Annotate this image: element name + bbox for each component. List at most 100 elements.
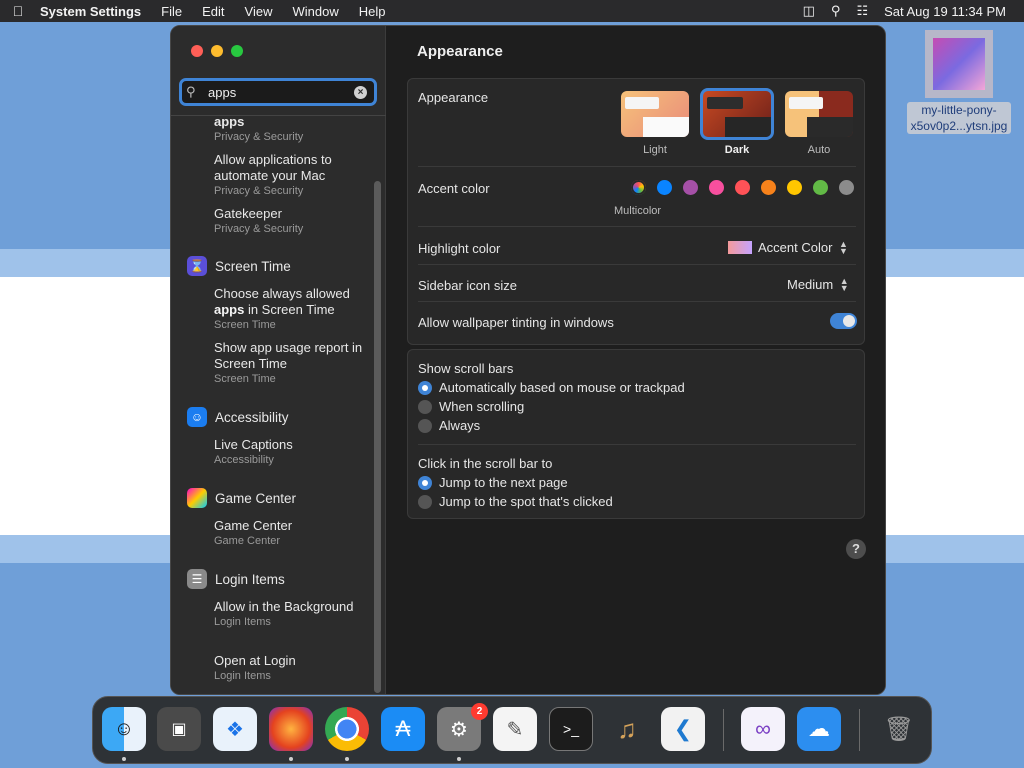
safari-icon[interactable]: ❖ [213,707,257,751]
page-title: Appearance [417,43,503,60]
stepper-icon: ▲ ▼ [838,238,848,256]
list-item[interactable]: Game Center Game Center [214,518,364,548]
result-title: Open at Login [214,653,296,668]
radio-jump-to-spot[interactable]: Jump to the spot that's clicked [418,494,613,509]
launchpad-icon[interactable]: ▣ [157,707,201,751]
menu-clock[interactable]: Sat Aug 19 11:34 PM [884,4,1006,19]
list-item[interactable]: Live Captions Accessibility [214,437,364,467]
accent-selected-label: Multicolor [614,205,662,217]
terminal-icon[interactable]: >_ [549,707,593,751]
garageband-icon[interactable]: ♫ [605,707,649,751]
appearance-pane: Appearance Appearance Light Dark Auto Ac… [387,26,885,694]
finder-icon[interactable]: ☺ [102,707,146,751]
vscode-icon[interactable]: ❮ [661,707,705,751]
menu-file[interactable]: File [151,4,192,19]
weather-icon[interactable]: ☁ [797,707,841,751]
radio-scroll-always[interactable]: Always [418,418,480,433]
radio-button[interactable] [418,399,432,414]
result-title: Game Center [214,518,293,533]
sidebar: ⚲ × apps Privacy & Security Allow applic… [171,26,386,694]
divider [418,264,856,265]
result-subtitle: Login Items [214,670,271,682]
minimize-button[interactable] [211,45,223,57]
result-title: Choose always allowed apps in Screen Tim… [214,286,350,317]
control-center-icon[interactable]: ☷ [856,3,868,19]
accent-swatch[interactable] [657,180,672,195]
click-scroll-bar-label: Click in the scroll bar to [418,456,553,471]
search-icon: ⚲ [186,84,196,99]
highlight-color-popup[interactable]: Accent Color ▲ ▼ [728,238,848,256]
result-subtitle: Privacy & Security [214,185,304,197]
running-indicator [289,757,293,761]
radio-button[interactable] [418,475,432,490]
list-icon: ☰ [187,569,207,589]
list-item[interactable]: Gatekeeper Privacy & Security [214,206,364,236]
accent-swatch[interactable] [761,180,776,195]
textedit-icon[interactable]: ✎ [493,707,537,751]
list-item[interactable]: apps Privacy & Security [214,116,364,144]
accent-swatch-multicolor[interactable] [631,180,646,195]
radio-scroll-when-scrolling[interactable]: When scrolling [418,399,524,414]
screen-mirroring-icon[interactable]: ◫ [803,3,815,19]
appearance-dark-label: Dark [724,144,750,156]
visual-studio-icon[interactable]: ∞ [741,707,785,751]
stepper-icon: ▲ ▼ [839,275,849,293]
clear-search-icon[interactable]: × [354,85,367,99]
list-item[interactable]: Choose always allowed apps in Screen Tim… [214,286,364,332]
menu-app-name[interactable]: System Settings [36,4,151,19]
list-item[interactable]: Allow in the Background Login Items [214,599,364,629]
sidebar-item-login-items[interactable]: ☰ Login Items [187,569,285,589]
radio-button[interactable] [418,418,432,433]
zoom-button[interactable] [231,45,243,57]
wallpaper-tinting-toggle[interactable] [830,313,857,329]
result-subtitle: Privacy & Security [214,131,304,143]
divider [418,166,856,167]
sidebar-icon-size-popup[interactable]: Medium ▲ ▼ [787,275,849,293]
accent-swatch[interactable] [709,180,724,195]
accent-swatch[interactable] [813,180,828,195]
search-input[interactable] [208,84,348,100]
radio-jump-next-page[interactable]: Jump to the next page [418,475,568,490]
accent-swatch[interactable] [683,180,698,195]
appearance-light-option[interactable] [621,91,689,137]
category-label: Login Items [215,571,285,587]
list-item[interactable]: Allow applications to automate your Mac … [214,152,364,198]
app-store-icon[interactable]: ₳ [381,707,425,751]
close-button[interactable] [191,45,203,57]
divider [418,226,856,227]
sidebar-scrollbar[interactable] [374,181,381,693]
menu-help[interactable]: Help [349,4,396,19]
result-title: Allow in the Background [214,599,354,614]
result-title: Gatekeeper [214,206,282,221]
accent-swatch[interactable] [735,180,750,195]
highlight-swatch [728,241,752,254]
sidebar-item-screen-time[interactable]: ⌛ Screen Time [187,256,291,276]
show-scroll-bars-label: Show scroll bars [418,361,514,376]
running-indicator [345,757,349,761]
menu-view[interactable]: View [235,4,283,19]
radio-label: Automatically based on mouse or trackpad [439,380,685,395]
accent-swatch[interactable] [839,180,854,195]
radio-button[interactable] [418,494,432,509]
trash-icon[interactable]: 🗑 [877,707,921,751]
chrome-icon[interactable] [325,707,369,751]
search-field[interactable]: ⚲ × [179,78,377,106]
radio-scroll-automatic[interactable]: Automatically based on mouse or trackpad [418,380,685,395]
list-item[interactable]: Show app usage report in Screen Time Scr… [214,340,364,386]
list-item[interactable]: Open at Login Login Items [214,653,364,683]
radio-button[interactable] [418,380,432,395]
firefox-icon[interactable] [269,707,313,751]
menu-window[interactable]: Window [282,4,348,19]
spotlight-search-icon[interactable]: ⚲ [831,3,841,19]
search-results: apps Privacy & Security Allow applicatio… [171,116,386,694]
sidebar-item-game-center[interactable]: Game Center [187,488,296,508]
appearance-auto-option[interactable] [785,91,853,137]
sidebar-item-accessibility[interactable]: ☺ Accessibility [187,407,289,427]
apple-menu-icon[interactable]:  [0,3,36,19]
accent-swatch[interactable] [787,180,802,195]
appearance-dark-option[interactable] [700,88,774,140]
desktop-file[interactable]: my-little-pony-x5ov0p2...ytsn.jpg [895,30,1023,135]
menu-edit[interactable]: Edit [192,4,234,19]
system-settings-window: ⚲ × apps Privacy & Security Allow applic… [170,25,886,695]
help-button[interactable]: ? [846,539,866,559]
